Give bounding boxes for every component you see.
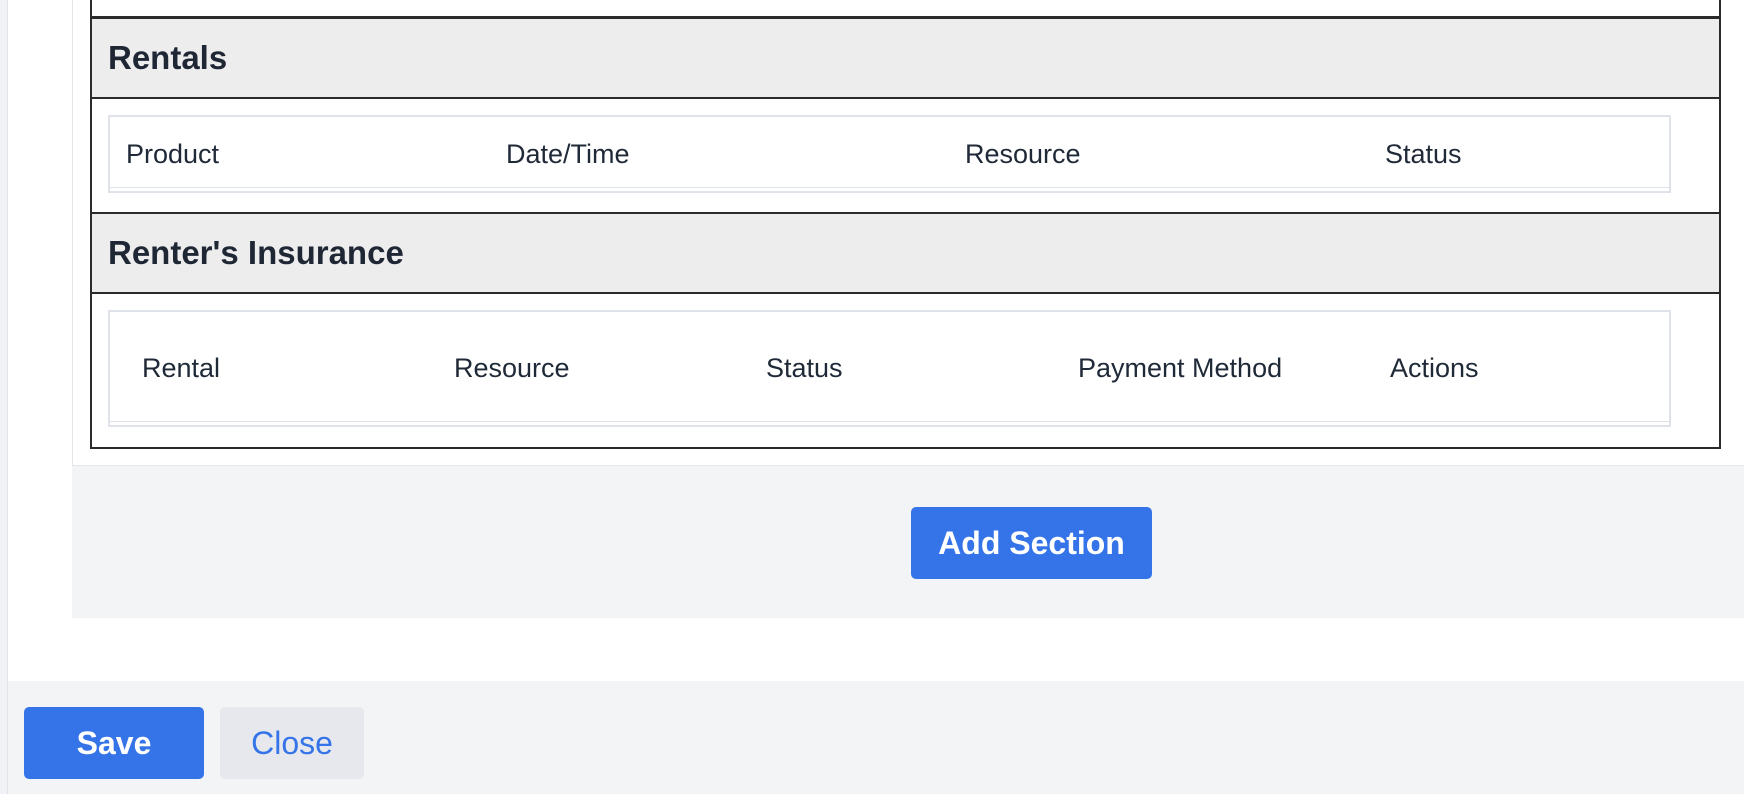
- column-header-rental: Rental: [142, 353, 221, 383]
- section-title: Renter's Insurance: [92, 214, 1719, 294]
- add-section-area: [72, 466, 1744, 618]
- column-header-actions: Actions: [1390, 353, 1479, 383]
- close-button[interactable]: Close: [220, 707, 364, 779]
- rentals-section-body: Product Date/Time Resource Status: [92, 99, 1719, 209]
- renters-insurance-table-header: Rental Resource Status Payment Method Ac…: [108, 310, 1671, 427]
- add-section-button[interactable]: Add Section: [911, 507, 1152, 579]
- renters-insurance-section: Renter's Insurance Rental Resource Statu…: [90, 212, 1721, 449]
- column-header-status: Status: [1385, 138, 1462, 169]
- save-button[interactable]: Save: [24, 707, 204, 779]
- column-header-date-time: Date/Time: [506, 138, 630, 169]
- column-header-payment-method: Payment Method: [1078, 353, 1283, 383]
- previous-section-stub: [90, 0, 1721, 18]
- rentals-table-header: Product Date/Time Resource Status: [108, 115, 1671, 193]
- left-divider: [0, 0, 8, 794]
- column-header-status: Status: [766, 353, 843, 383]
- renters-insurance-section-body: Rental Resource Status Payment Method Ac…: [92, 294, 1719, 443]
- column-header-resource: Resource: [965, 138, 1081, 169]
- column-header-resource: Resource: [454, 353, 570, 383]
- rentals-section: Rentals Product Date/Time Resource Statu…: [90, 17, 1721, 214]
- editor-page: Rentals Product Date/Time Resource Statu…: [0, 0, 1744, 794]
- section-title: Rentals: [92, 19, 1719, 99]
- column-header-product: Product: [126, 138, 220, 169]
